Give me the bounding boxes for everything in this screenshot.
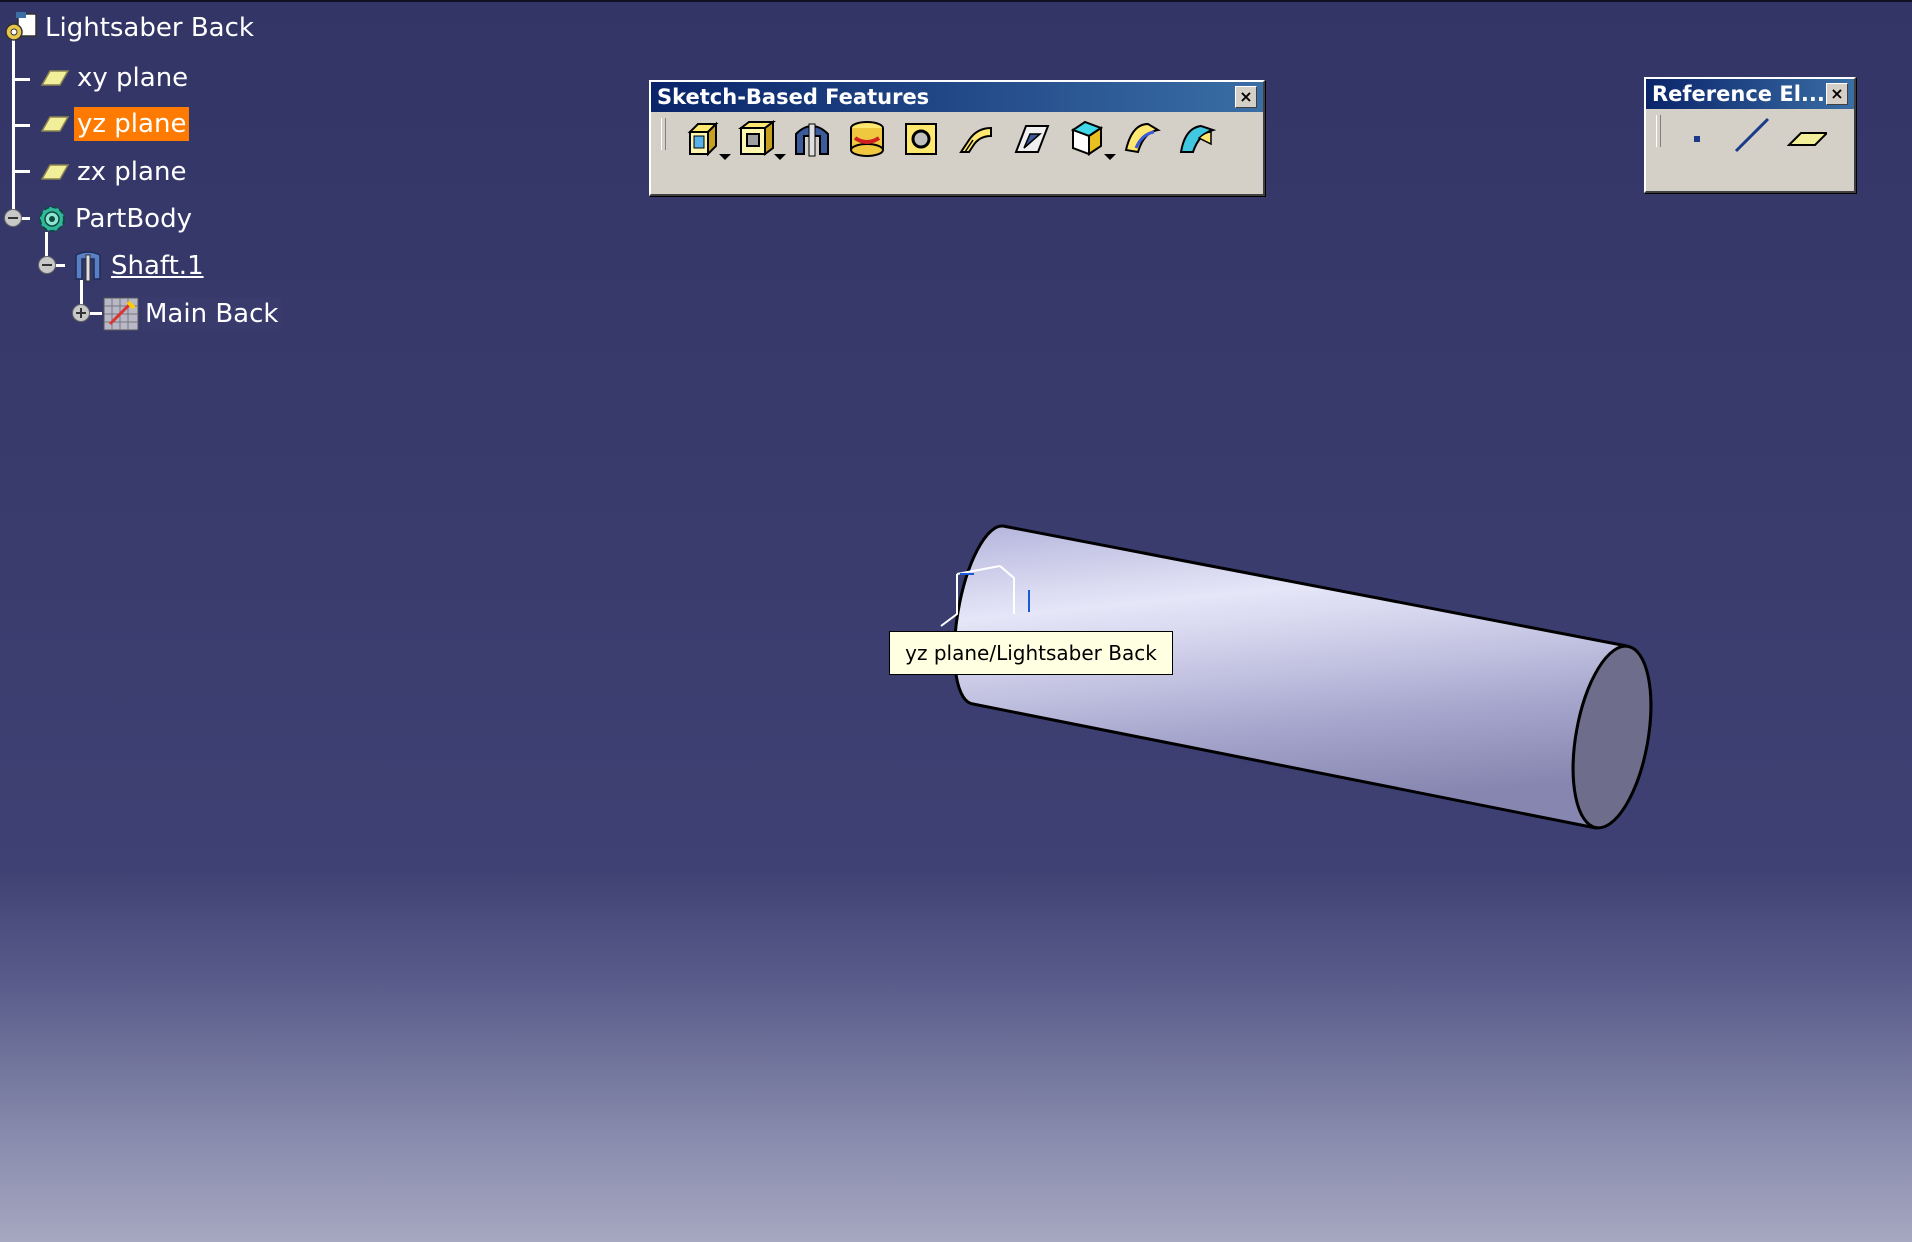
tree-item-shaft[interactable]: Shaft.1 bbox=[70, 248, 207, 284]
tree-connector bbox=[12, 38, 15, 218]
groove-icon bbox=[850, 121, 884, 157]
specification-tree: Lightsaber Back xy plane yz plane zx pla… bbox=[0, 0, 300, 340]
close-button[interactable]: × bbox=[1235, 86, 1257, 108]
tree-connector bbox=[12, 124, 30, 127]
part-document-icon bbox=[5, 12, 37, 41]
toolbar-title: Reference El... bbox=[1652, 82, 1825, 106]
collapse-toggle[interactable] bbox=[38, 256, 56, 274]
tree-item-label: zx plane bbox=[77, 157, 187, 187]
tree-item-label: xy plane bbox=[77, 63, 189, 93]
line-button[interactable] bbox=[1729, 113, 1775, 157]
point-button[interactable] bbox=[1674, 113, 1720, 157]
multi-section-solid-icon bbox=[1124, 122, 1161, 154]
rib-button[interactable] bbox=[954, 116, 1000, 160]
toolbar-grip[interactable] bbox=[661, 118, 666, 150]
pad-button[interactable] bbox=[679, 116, 731, 160]
sketch-icon bbox=[103, 297, 139, 331]
dropdown-arrow-icon[interactable] bbox=[719, 154, 731, 160]
pocket-icon bbox=[738, 120, 776, 156]
tree-root-part[interactable]: Lightsaber Back bbox=[2, 10, 257, 46]
collapse-toggle[interactable] bbox=[4, 209, 22, 227]
shaft-icon bbox=[795, 123, 829, 157]
plane-button[interactable] bbox=[1784, 113, 1830, 157]
tree-connector bbox=[12, 78, 30, 81]
tree-item-label: PartBody bbox=[75, 204, 192, 234]
point-icon bbox=[1694, 136, 1700, 142]
toolbar-grip[interactable] bbox=[1656, 115, 1661, 147]
tree-item-yz-plane[interactable]: yz plane bbox=[36, 106, 190, 142]
sketch-based-features-toolbar[interactable]: Sketch-Based Features × bbox=[649, 80, 1265, 196]
tree-item-label: Shaft.1 bbox=[111, 251, 204, 281]
removed-multi-section-solid-icon bbox=[1179, 124, 1217, 153]
pad-icon bbox=[687, 121, 719, 157]
shaft-icon bbox=[75, 251, 101, 282]
hole-button[interactable] bbox=[899, 116, 945, 160]
stiffener-icon bbox=[1070, 120, 1104, 156]
toolbar-titlebar[interactable]: Reference El... × bbox=[1646, 79, 1854, 109]
3d-viewport[interactable]: Lightsaber Back xy plane yz plane zx pla… bbox=[0, 0, 1912, 1242]
dropdown-arrow-icon[interactable] bbox=[774, 154, 786, 160]
slot-button[interactable] bbox=[1009, 116, 1055, 160]
tree-connector bbox=[12, 170, 30, 173]
tree-item-main-back-sketch[interactable]: Main Back bbox=[102, 296, 282, 332]
removed-multi-section-solid-button[interactable] bbox=[1174, 116, 1220, 160]
tree-item-zx-plane[interactable]: zx plane bbox=[36, 154, 189, 190]
expand-toggle[interactable] bbox=[72, 304, 90, 322]
tree-item-label: Main Back bbox=[142, 297, 282, 331]
shaft-button[interactable] bbox=[789, 116, 835, 160]
toolbar-title: Sketch-Based Features bbox=[657, 85, 930, 109]
toolbar-buttons bbox=[1646, 109, 1854, 161]
close-button[interactable]: × bbox=[1826, 83, 1848, 105]
slot-icon bbox=[1014, 125, 1050, 153]
tree-root-label: Lightsaber Back bbox=[45, 13, 254, 43]
pocket-button[interactable] bbox=[734, 116, 786, 160]
tooltip-text: yz plane/Lightsaber Back bbox=[905, 641, 1157, 665]
dropdown-arrow-icon[interactable] bbox=[1104, 154, 1116, 160]
plane-icon bbox=[40, 164, 70, 180]
partbody-gear-icon bbox=[39, 206, 65, 232]
tooltip: yz plane/Lightsaber Back bbox=[889, 631, 1173, 675]
cylinder-body[interactable] bbox=[952, 524, 1629, 830]
close-icon: × bbox=[1239, 87, 1253, 106]
tree-item-partbody[interactable]: PartBody bbox=[34, 201, 195, 237]
reference-elements-toolbar[interactable]: Reference El... × bbox=[1644, 77, 1856, 193]
tree-item-xy-plane[interactable]: xy plane bbox=[36, 60, 191, 96]
toolbar-buttons bbox=[651, 112, 1263, 164]
line-icon bbox=[1734, 117, 1770, 153]
rib-icon bbox=[959, 126, 992, 153]
plane-icon bbox=[40, 116, 70, 132]
groove-button[interactable] bbox=[844, 116, 890, 160]
multi-section-solid-button[interactable] bbox=[1119, 116, 1165, 160]
plane-icon bbox=[40, 70, 70, 86]
tree-item-label: yz plane bbox=[74, 107, 190, 141]
hole-icon bbox=[905, 123, 937, 155]
toolbar-titlebar[interactable]: Sketch-Based Features × bbox=[651, 82, 1263, 112]
close-icon: × bbox=[1830, 84, 1844, 103]
stiffener-button[interactable] bbox=[1064, 116, 1116, 160]
plane-icon bbox=[1787, 132, 1827, 146]
